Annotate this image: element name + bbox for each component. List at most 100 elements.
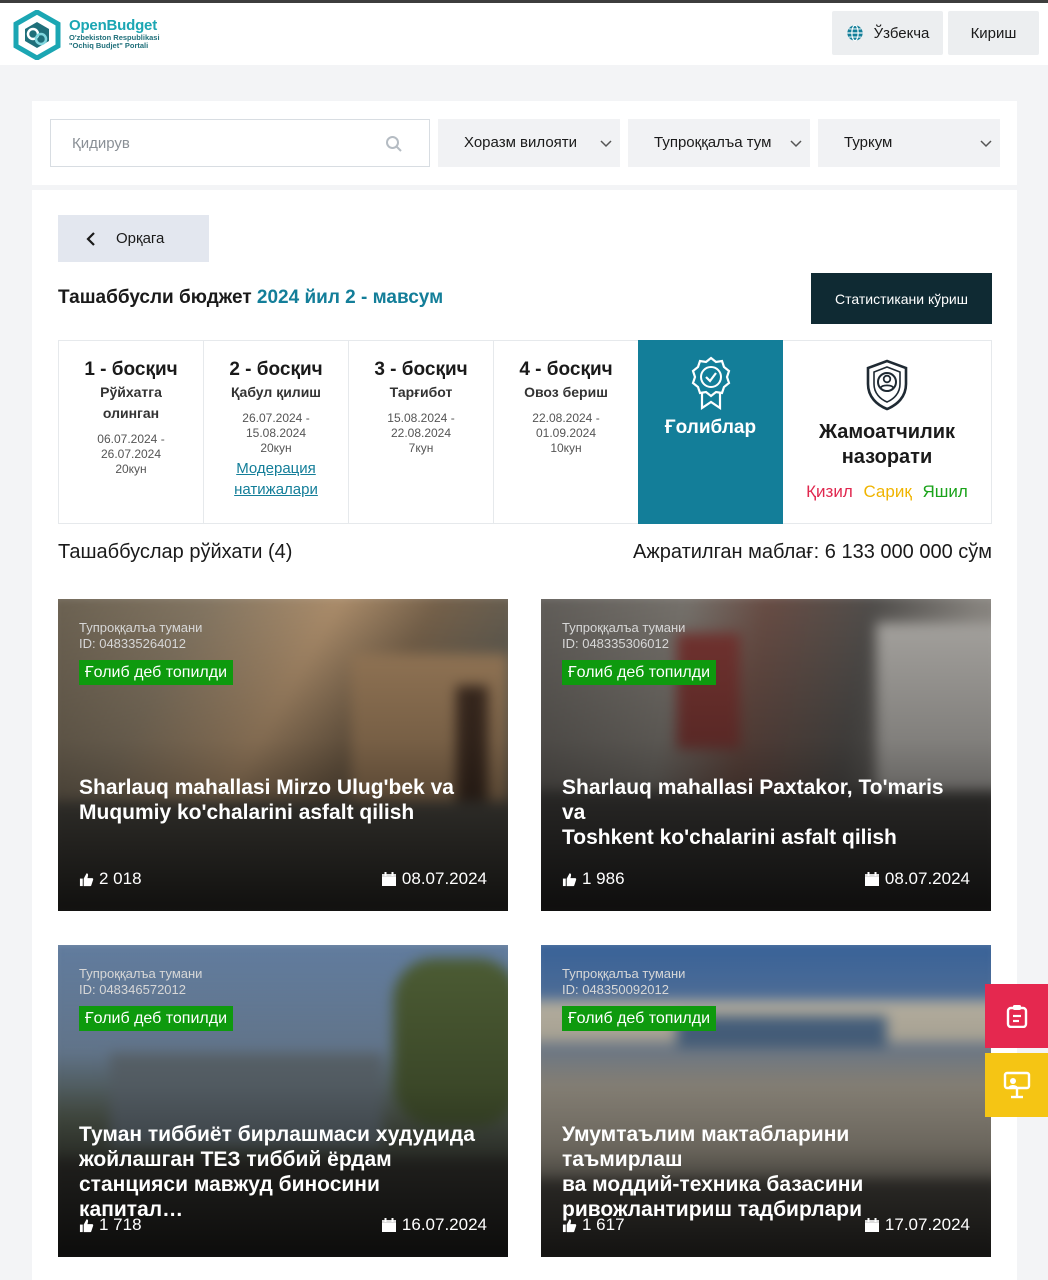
search-icon[interactable]	[385, 135, 403, 153]
card-title-line-1: Sharlauq mahallasi Mirzo Ulug'bek va	[79, 776, 454, 799]
stage-2[interactable]: 2 - босқич Қабул қилиш 26.07.2024 - 15.0…	[204, 341, 349, 523]
logo-subtitle-2: "Ochiq Budjet" Portali	[69, 41, 149, 50]
stage-1[interactable]: 1 - босқич Рўйхатга олинган 06.07.2024 -…	[59, 341, 204, 523]
initiative-card[interactable]: Тупроққалъа тумани ID: 048335306012 Ғоли…	[541, 599, 991, 911]
presentation-button[interactable]	[985, 1053, 1048, 1117]
language-button[interactable]: Ўзбекча	[832, 11, 943, 55]
search-input[interactable]: Қидирув	[50, 119, 430, 167]
search-placeholder: Қидирув	[72, 135, 130, 152]
stage-4[interactable]: 4 - босқич Овоз бериш 22.08.2024 - 01.09…	[494, 341, 639, 523]
category-select[interactable]: Туркум	[818, 119, 1000, 167]
thumbs-up-icon	[562, 872, 577, 886]
card-district: Тупроққалъа тумани	[562, 966, 686, 981]
card-id: ID: 048335306012	[562, 636, 669, 651]
public-control-section[interactable]: Жамоатчилик назорати Қизил Сариқ Яшил	[783, 341, 991, 523]
stage-name: 1 - босқич	[84, 359, 178, 380]
control-yellow-label[interactable]: Сариқ	[863, 482, 911, 501]
card-likes: 1 718	[79, 1215, 142, 1235]
card-date-value: 17.07.2024	[884, 1215, 970, 1234]
award-badge-icon	[691, 356, 730, 411]
thumbs-up-icon	[79, 1218, 94, 1232]
card-title-line-1: Туман тиббиёт бирлашмаси худудида	[79, 1123, 475, 1146]
winner-badge: Ғолиб деб топилди	[79, 1006, 234, 1031]
globe-icon	[846, 24, 863, 42]
district-select[interactable]: Тупроққалъа тумани	[628, 119, 810, 167]
card-likes: 2 018	[79, 869, 142, 889]
stage-name: 4 - босқич	[519, 359, 613, 380]
stage-days: 7кун	[408, 441, 434, 455]
logo-icon	[13, 10, 61, 60]
thumbs-up-icon	[562, 1218, 577, 1232]
stage-date-end: 15.08.2024	[245, 426, 307, 440]
back-label: Орқага	[116, 230, 165, 247]
page-title: Ташаббусли бюджет 2024 йил 2 - мавсум	[58, 287, 443, 309]
card-date: 16.07.2024	[381, 1215, 487, 1235]
stage-desc-1: Қабул қилиш	[231, 384, 321, 400]
stage-3[interactable]: 3 - босқич Тарғибот 15.08.2024 - 22.08.2…	[349, 341, 494, 523]
clipboard-icon	[1006, 1005, 1027, 1028]
winner-badge: Ғолиб деб топилди	[562, 1006, 717, 1031]
stage-date-start: 26.07.2024 -	[242, 411, 310, 425]
card-date: 08.07.2024	[864, 869, 970, 889]
card-date-value: 08.07.2024	[884, 869, 970, 888]
category-select-value: Туркум	[844, 134, 893, 151]
moderation-link-line-2: натижалари	[234, 481, 318, 498]
shield-user-icon	[866, 359, 908, 411]
card-id: ID: 048346572012	[79, 982, 186, 997]
card-district: Тупроққалъа тумани	[562, 620, 686, 635]
stage-days: 10кун	[550, 441, 582, 455]
card-likes-count: 1 986	[582, 869, 625, 888]
filter-bar: Қидирув Хоразм вилояти Тупроққалъа туман…	[32, 101, 1017, 185]
stage-date-start: 15.08.2024 -	[387, 411, 455, 425]
initiative-card[interactable]: Тупроққалъа тумани ID: 048335264012 Ғоли…	[58, 599, 508, 911]
card-likes-count: 1 718	[99, 1215, 142, 1234]
header: OpenBudget O'zbekiston Respublikasi "Och…	[0, 3, 1048, 65]
card-title-line-2: ва моддий-техника базасини	[562, 1173, 864, 1196]
stage-days: 20кун	[115, 462, 147, 476]
logo[interactable]: OpenBudget O'zbekiston Respublikasi "Och…	[12, 10, 182, 60]
card-date-value: 08.07.2024	[401, 869, 487, 888]
stage-name: 2 - босқич	[229, 359, 323, 380]
page-title-prefix: Ташаббусли бюджет	[58, 287, 252, 308]
card-district: Тупроққалъа тумани	[79, 966, 203, 981]
logo-name: OpenBudget	[69, 17, 157, 34]
card-district: Тупроққалъа тумани	[79, 620, 203, 635]
card-date: 08.07.2024	[381, 869, 487, 889]
stage-desc-1: Рўйхатга	[100, 384, 162, 400]
stage-desc-2: олинган	[102, 405, 160, 421]
clipboard-button[interactable]	[985, 984, 1048, 1048]
card-likes-count: 2 018	[99, 869, 142, 888]
card-date: 17.07.2024	[864, 1215, 970, 1235]
login-button[interactable]: Кириш	[948, 11, 1039, 55]
card-id: ID: 048350092012	[562, 982, 669, 997]
card-title-line-1: Умумтаълим мактабларини таъмирлаш	[562, 1123, 850, 1171]
initiative-card[interactable]: Тупроққалъа тумани ID: 048350092012 Ғоли…	[541, 945, 991, 1257]
district-select-value: Тупроққалъа тумани	[654, 134, 772, 151]
stage-desc-1: Тарғибот	[389, 384, 453, 400]
stage-date-end: 22.08.2024	[390, 426, 452, 440]
card-likes-count: 1 617	[582, 1215, 625, 1234]
card-likes: 1 617	[562, 1215, 625, 1235]
initiatives-list-title: Ташаббуслар рўйхати (4)	[58, 541, 293, 563]
stage-date-end: 26.07.2024	[100, 447, 162, 461]
calendar-icon	[381, 872, 396, 886]
winners-tab[interactable]: Ғолиблар	[638, 340, 783, 524]
moderation-link-line-1: Модерация	[236, 460, 316, 477]
region-select[interactable]: Хоразм вилояти	[438, 119, 620, 167]
view-statistics-button[interactable]: Статистикани кўриш	[811, 273, 992, 324]
winner-badge: Ғолиб деб топилди	[562, 660, 717, 685]
chevron-left-icon	[86, 231, 95, 246]
winner-badge: Ғолиб деб топилди	[79, 660, 234, 685]
chevron-down-icon	[980, 140, 992, 148]
card-date-value: 16.07.2024	[401, 1215, 487, 1234]
control-green-label[interactable]: Яшил	[923, 482, 968, 501]
moderation-results-link[interactable]: Модерация натижалари	[204, 458, 348, 500]
card-likes: 1 986	[562, 869, 625, 889]
back-button[interactable]: Орқага	[58, 215, 209, 262]
main-content: Орқага Ташаббусли бюджет 2024 йил 2 - ма…	[32, 190, 1017, 1280]
control-red-label[interactable]: Қизил	[806, 482, 853, 501]
initiative-card[interactable]: Тупроққалъа тумани ID: 048346572012 Ғоли…	[58, 945, 508, 1257]
card-id: ID: 048335264012	[79, 636, 186, 651]
chevron-down-icon	[790, 140, 802, 148]
public-control-line-1: Жамоатчилик	[818, 421, 956, 443]
